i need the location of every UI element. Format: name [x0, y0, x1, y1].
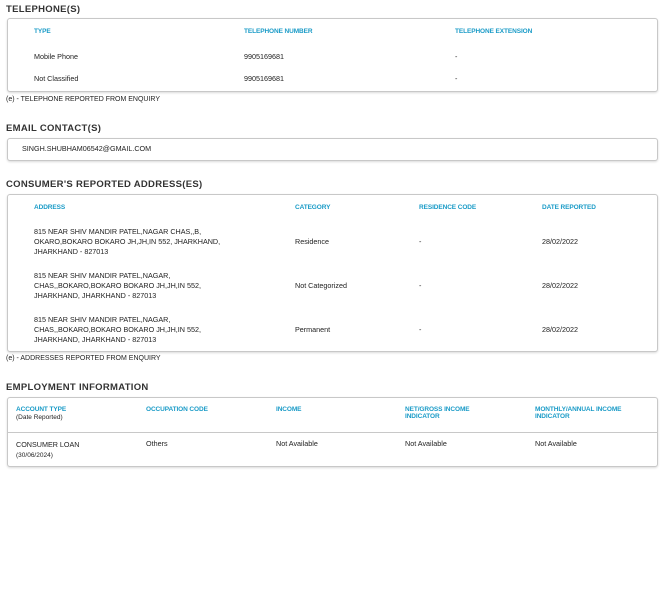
email-title: EMAIL CONTACT(S): [6, 123, 102, 134]
phone-number: 9905169681: [244, 52, 284, 61]
email-box: SINGH.SHUBHAM06542@GMAIL.COM: [7, 138, 658, 161]
addresses-table: ADDRESS CATEGORY RESIDENCE CODE DATE REP…: [7, 194, 658, 352]
phone-extension: -: [455, 52, 458, 61]
header-type: TYPE: [34, 28, 51, 35]
header-account-type: ACCOUNT TYPE (Date Reported): [16, 406, 67, 421]
addresses-title: CONSUMER'S REPORTED ADDRESS(ES): [6, 179, 203, 190]
header-occupation-code: OCCUPATION CODE: [146, 406, 208, 413]
header-net-gross-indicator: NET/GROSS INCOME INDICATOR: [405, 406, 470, 420]
employment-income: Not Available: [276, 439, 318, 448]
header-income: INCOME: [276, 406, 302, 413]
header-address: ADDRESS: [34, 204, 66, 211]
address-date: 28/02/2022: [542, 325, 578, 334]
email-value: SINGH.SHUBHAM06542@GMAIL.COM: [22, 144, 152, 153]
employment-occupation: Others: [146, 439, 168, 448]
employment-net-gross: Not Available: [405, 439, 447, 448]
telephones-title: TELEPHONE(S): [6, 4, 81, 15]
telephones-table: TYPE TELEPHONE NUMBER TELEPHONE EXTENSIO…: [7, 18, 658, 92]
address-text: 815 NEAR SHIV MANDIR PATEL,NAGAR CHAS,,B…: [34, 227, 221, 256]
header-divider: [8, 432, 657, 433]
header-residence-code: RESIDENCE CODE: [419, 204, 477, 211]
header-telephone-extension: TELEPHONE EXTENSION: [455, 28, 533, 35]
address-date: 28/02/2022: [542, 237, 578, 246]
employment-table: ACCOUNT TYPE (Date Reported) OCCUPATION …: [7, 397, 658, 467]
address-residence-code: -: [419, 325, 422, 334]
phone-extension: -: [455, 74, 458, 83]
address-category: Permanent: [295, 325, 331, 334]
address-residence-code: -: [419, 281, 422, 290]
employment-monthly-annual: Not Available: [535, 439, 577, 448]
phone-type: Mobile Phone: [34, 52, 78, 61]
header-monthly-annual-indicator: MONTHLY/ANNUAL INCOME INDICATOR: [535, 406, 622, 420]
address-category: Residence: [295, 237, 329, 246]
telephones-note: (e) - TELEPHONE REPORTED FROM ENQUIRY: [6, 96, 161, 103]
addresses-note: (e) - ADDRESSES REPORTED FROM ENQUIRY: [6, 355, 161, 362]
header-category: CATEGORY: [295, 204, 331, 211]
address-date: 28/02/2022: [542, 281, 578, 290]
address-residence-code: -: [419, 237, 422, 246]
header-telephone-number: TELEPHONE NUMBER: [244, 28, 313, 35]
address-text: 815 NEAR SHIV MANDIR PATEL,NAGAR, CHAS,,B…: [34, 271, 201, 300]
employment-title: EMPLOYMENT INFORMATION: [6, 382, 149, 393]
header-date-reported: DATE REPORTED: [542, 204, 596, 211]
address-text: 815 NEAR SHIV MANDIR PATEL,NAGAR, CHAS,,B…: [34, 315, 201, 344]
phone-type: Not Classified: [34, 74, 79, 83]
phone-number: 9905169681: [244, 74, 284, 83]
employment-account-type: CONSUMER LOAN (30/06/2024): [16, 440, 80, 459]
address-category: Not Categorized: [295, 281, 347, 290]
